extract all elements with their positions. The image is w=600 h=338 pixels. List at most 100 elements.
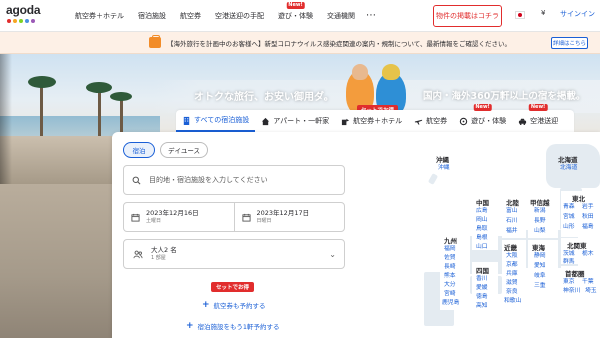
pref-link[interactable]: 京都	[506, 261, 518, 269]
pref-link[interactable]: 佐賀	[444, 254, 456, 262]
tab-activities[interactable]: New! 遊び・体験	[453, 104, 512, 132]
pref-link[interactable]: 沖縄	[438, 164, 450, 172]
pref-link[interactable]: 北海道	[560, 164, 577, 172]
agoda-logo[interactable]: agoda	[6, 4, 41, 23]
plus-icon: +	[202, 300, 210, 310]
pref-link[interactable]: 宮城	[563, 213, 575, 221]
pref-link[interactable]: 福島	[582, 223, 594, 231]
nav-hotels[interactable]: 宿泊施設	[131, 0, 173, 32]
pref-link[interactable]: 愛知	[534, 262, 546, 270]
checkin-field[interactable]: 2023年12月16日 土曜日	[124, 203, 234, 231]
region-kinki[interactable]: 近畿	[504, 242, 517, 252]
nav-flights[interactable]: 航空券	[173, 0, 208, 32]
add-flight-label: 航空券も予約する	[213, 302, 266, 310]
region-hokuriku[interactable]: 北陸	[506, 197, 519, 207]
list-property-button[interactable]: 物件の掲載はコチラ	[433, 5, 502, 27]
pref-link[interactable]: 熊本	[444, 272, 456, 280]
add-flight-link[interactable]: + 航空券も予約する	[202, 300, 266, 311]
add-room-link[interactable]: + 宿泊施設をもう1軒予約する	[186, 321, 280, 332]
region-kyushu[interactable]: 九州	[444, 235, 457, 245]
pref-link[interactable]: 大分	[444, 281, 456, 289]
pref-link[interactable]: 千葉	[582, 278, 594, 286]
region-okinawa[interactable]: 沖縄	[436, 154, 449, 164]
nav-airport-transfer[interactable]: 空港送迎の手配	[208, 0, 271, 32]
currency-selector[interactable]: ¥	[541, 9, 545, 17]
dayuse-toggle[interactable]: デイユース	[160, 142, 208, 158]
pref-link[interactable]: 石川	[506, 217, 518, 225]
pref-link[interactable]: 新潟	[534, 207, 546, 215]
region-tokai[interactable]: 東海	[532, 242, 545, 252]
set-deal-badge: セットでお得	[211, 282, 255, 292]
pref-link[interactable]: 長崎	[444, 263, 456, 271]
pref-link[interactable]: 栃木	[582, 250, 594, 258]
nav-transport[interactable]: 交通機関	[320, 0, 362, 32]
region-hokkaido[interactable]: 北海道	[558, 154, 578, 164]
tab-flight-hotel[interactable]: セットでお得 航空券＋ホテル	[335, 110, 408, 132]
pref-link[interactable]: 東京	[563, 278, 575, 286]
notice-text: 【海外旅行を計画中のお客様へ】新型コロナウイルス感染症関連の案内・規制について、…	[167, 40, 511, 48]
pref-link[interactable]: 島根	[476, 234, 488, 242]
region-koshinetsu[interactable]: 甲信越	[530, 197, 550, 207]
pref-link[interactable]: 福岡	[444, 245, 456, 253]
pref-link[interactable]: 徳島	[476, 293, 488, 301]
nav-flight-hotel[interactable]: 航空券＋ホテル	[68, 0, 131, 32]
pref-link[interactable]: 岐阜	[534, 272, 546, 280]
pref-link[interactable]: 兵庫	[506, 270, 518, 278]
pref-link[interactable]: 大阪	[506, 252, 518, 260]
pref-link[interactable]: 富山	[506, 207, 518, 215]
pref-link[interactable]: 奈良	[506, 288, 518, 296]
tab-airport-transfer[interactable]: New! 空港送迎	[512, 104, 564, 132]
pref-link[interactable]: 岡山	[476, 216, 488, 224]
nav-label: 宿泊施設	[138, 12, 166, 20]
guests-selector[interactable]: 大人2 名 1 部屋 ⌄	[123, 239, 345, 269]
more-dots-icon[interactable]: ⋯	[362, 0, 380, 32]
destination-input[interactable]: 目的地・宿泊施設を入力してください	[123, 165, 345, 195]
tab-label: 遊び・体験	[471, 117, 507, 125]
pref-link[interactable]: 山口	[476, 243, 488, 251]
region-kita-kanto[interactable]: 北関東	[567, 240, 587, 250]
pref-link[interactable]: 広島	[476, 207, 488, 215]
palm-leaves	[28, 76, 56, 88]
pref-link[interactable]: 福井	[506, 227, 518, 235]
pref-link[interactable]: 高知	[476, 302, 488, 310]
pref-link[interactable]: 茨城	[563, 250, 575, 258]
region-chugoku[interactable]: 中国	[476, 197, 489, 207]
tab-homes[interactable]: アパート・一軒家	[255, 110, 335, 132]
pref-link[interactable]: 滋賀	[506, 279, 518, 287]
pref-link[interactable]: 和歌山	[504, 297, 521, 305]
tab-flights[interactable]: 航空券	[408, 110, 453, 132]
nav-activities[interactable]: New! 遊び・体験	[271, 0, 320, 32]
palm-leaves	[86, 82, 112, 93]
checkout-field[interactable]: 2023年12月17日 日曜日	[233, 203, 345, 231]
pref-link[interactable]: 愛媛	[476, 284, 488, 292]
pref-link[interactable]: 秋田	[582, 213, 594, 221]
signin-link[interactable]: サインイン	[560, 9, 595, 19]
nav-label: 交通機関	[327, 12, 355, 20]
pref-link[interactable]: 静岡	[534, 252, 546, 260]
nav-label: 空港送迎の手配	[215, 12, 264, 20]
pref-link[interactable]: 青森	[563, 203, 575, 211]
pref-link[interactable]: 香川	[476, 275, 488, 283]
japan-flag-icon[interactable]	[515, 11, 525, 19]
logo-dot	[13, 19, 17, 23]
region-shikoku[interactable]: 四国	[476, 265, 489, 275]
pref-link[interactable]: 鳥取	[476, 225, 488, 233]
notice-details-button[interactable]: 詳細はこちら	[551, 37, 588, 49]
stay-toggle[interactable]: 宿泊	[123, 142, 155, 158]
region-shutoken[interactable]: 首都圏	[565, 268, 585, 278]
pref-link[interactable]: 埼玉	[585, 287, 597, 295]
pref-link[interactable]: 山梨	[534, 227, 546, 235]
destination-placeholder: 目的地・宿泊施設を入力してください	[149, 176, 268, 184]
pref-link[interactable]: 神奈川	[563, 287, 580, 295]
pref-link[interactable]: 鹿児島	[442, 299, 459, 307]
pref-link[interactable]: 山形	[563, 223, 575, 231]
pref-link[interactable]: 群馬	[563, 258, 575, 266]
guests-text: 大人2 名 1 部屋	[151, 246, 177, 262]
pref-link[interactable]: 岩手	[582, 203, 594, 211]
region-tohoku[interactable]: 東北	[572, 193, 585, 203]
date-range-picker: 2023年12月16日 土曜日 2023年12月17日 日曜日	[123, 202, 345, 232]
tab-all-accommodations[interactable]: すべての宿泊施設	[176, 110, 256, 132]
pref-link[interactable]: 宮崎	[444, 290, 456, 298]
pref-link[interactable]: 長野	[534, 217, 546, 225]
pref-link[interactable]: 三重	[534, 282, 546, 290]
